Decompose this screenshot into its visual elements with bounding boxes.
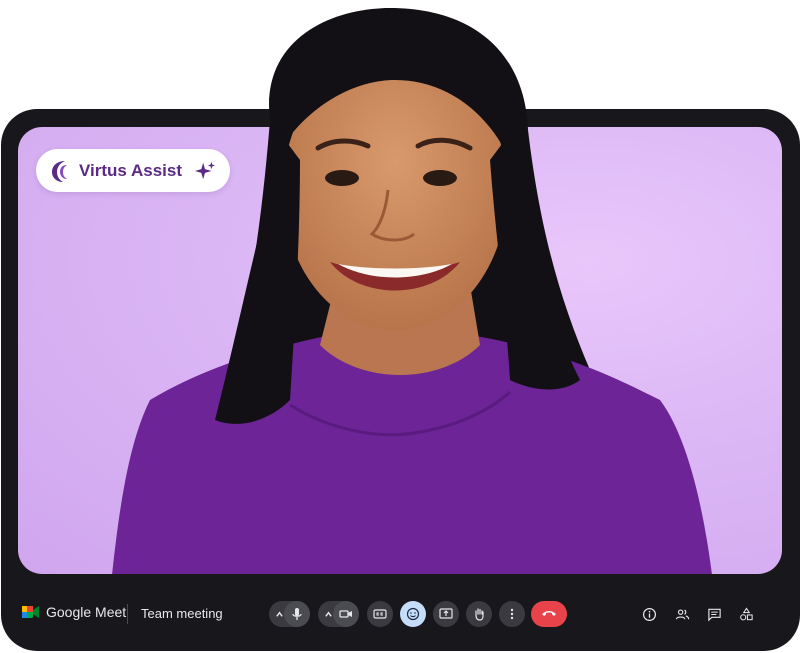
- participant-video: [112, 8, 712, 574]
- present-button[interactable]: [433, 601, 459, 627]
- google-meet-logo-icon: [22, 606, 39, 618]
- google-meet-brand: Google Meet: [22, 604, 126, 620]
- camera-button[interactable]: [333, 601, 359, 627]
- raise-hand-button[interactable]: [466, 601, 492, 627]
- chevron-up-icon: [324, 611, 332, 617]
- meeting-details-button[interactable]: [641, 606, 657, 622]
- activities-button[interactable]: [738, 606, 754, 622]
- virtus-assist-badge[interactable]: Virtus Assist: [36, 149, 230, 192]
- people-icon: [675, 608, 689, 619]
- reactions-button[interactable]: [400, 601, 426, 627]
- microphone-icon: [292, 608, 302, 620]
- present-screen-icon: [439, 608, 453, 619]
- more-vertical-icon: [510, 608, 514, 620]
- chat-button[interactable]: [706, 606, 722, 622]
- more-options-button[interactable]: [499, 601, 525, 627]
- virtus-logo-icon: [52, 160, 67, 182]
- captions-button[interactable]: [367, 601, 393, 627]
- sparkle-icon: [194, 161, 216, 180]
- activities-icon: [739, 606, 753, 620]
- chat-icon: [707, 608, 721, 621]
- closed-captions-icon: [373, 609, 387, 619]
- smile-icon: [406, 607, 420, 621]
- end-call-button[interactable]: [531, 601, 567, 627]
- toolbar-divider: [127, 604, 128, 624]
- video-camera-icon: [339, 610, 352, 618]
- microphone-button[interactable]: [284, 601, 310, 627]
- info-icon: [642, 607, 656, 621]
- assistant-name: Virtus Assist: [79, 160, 182, 180]
- people-button[interactable]: [674, 606, 690, 622]
- meeting-title: Team meeting: [141, 606, 223, 621]
- chevron-up-icon: [275, 611, 283, 617]
- end-call-icon: [542, 611, 556, 616]
- hand-icon: [475, 608, 484, 621]
- app-name: Google Meet: [46, 604, 127, 620]
